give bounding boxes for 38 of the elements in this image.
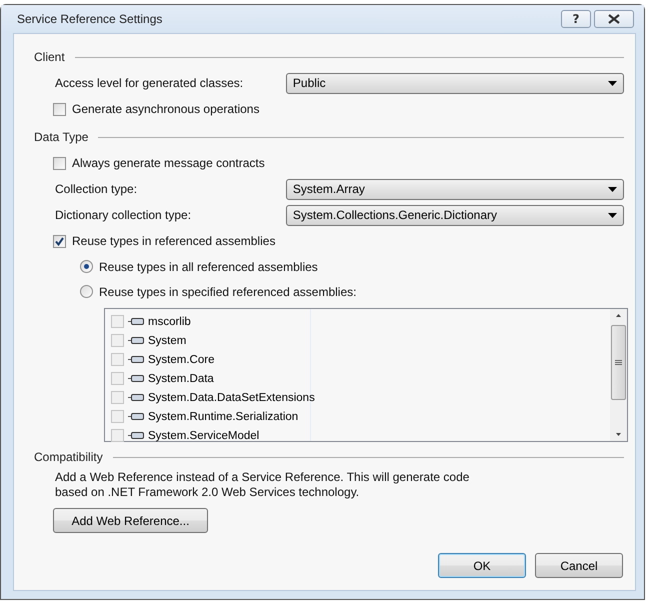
radio-label[interactable]: Reuse types in all referenced assemblies [99, 260, 318, 274]
checkbox-label[interactable]: Always generate message contracts [72, 156, 265, 170]
radio-label[interactable]: Reuse types in specified referenced assemblies: [99, 284, 356, 298]
checkbox-label[interactable]: Reuse types in referenced assemblies [72, 234, 276, 248]
field-label: Collection type: [55, 182, 138, 196]
close-button[interactable] [594, 10, 634, 28]
section-heading: Data Type [34, 130, 88, 144]
dropdown-arrow-icon [608, 186, 617, 192]
dropdown[interactable]: Public [286, 72, 624, 94]
close-icon [608, 14, 620, 24]
radio-button[interactable] [80, 260, 93, 273]
assembly-icon [128, 393, 144, 402]
dialog-button[interactable]: Cancel [535, 553, 623, 578]
checkbox[interactable] [53, 234, 66, 248]
assembly-icon [128, 431, 144, 440]
dropdown-arrow-icon [608, 212, 617, 218]
assembly-icon [128, 374, 144, 383]
assembly-icon [128, 317, 144, 326]
checkbox-label[interactable]: Generate asynchronous operations [72, 102, 260, 116]
grip-icon [615, 360, 622, 366]
section-heading: Compatibility [34, 450, 103, 464]
field-label: Access level for generated classes: [55, 76, 244, 90]
add-web-reference-button[interactable]: Add Web Reference... [53, 508, 208, 533]
description-text: Add a Web Reference instead of a Service Reference. This will generate code based on .NET Framework 2.0 Web Services technology. [54, 470, 470, 500]
checkbox[interactable] [53, 156, 66, 170]
assembly-icon [128, 336, 144, 345]
dropdown-arrow-icon [608, 80, 617, 86]
checkbox[interactable] [53, 102, 66, 116]
radio-button[interactable] [80, 285, 93, 298]
assembly-icon [128, 355, 144, 364]
section-heading: Client [34, 50, 65, 64]
dialog-button[interactable]: OK [438, 553, 526, 578]
dropdown[interactable]: System.Array [286, 178, 624, 200]
dropdown[interactable]: System.Collections.Generic.Dictionary [286, 204, 624, 226]
assembly-icon [128, 412, 144, 421]
window-title: Service Reference Settings [17, 12, 164, 26]
field-label: Dictionary collection type: [55, 208, 192, 222]
help-button[interactable]: ? [561, 10, 591, 28]
